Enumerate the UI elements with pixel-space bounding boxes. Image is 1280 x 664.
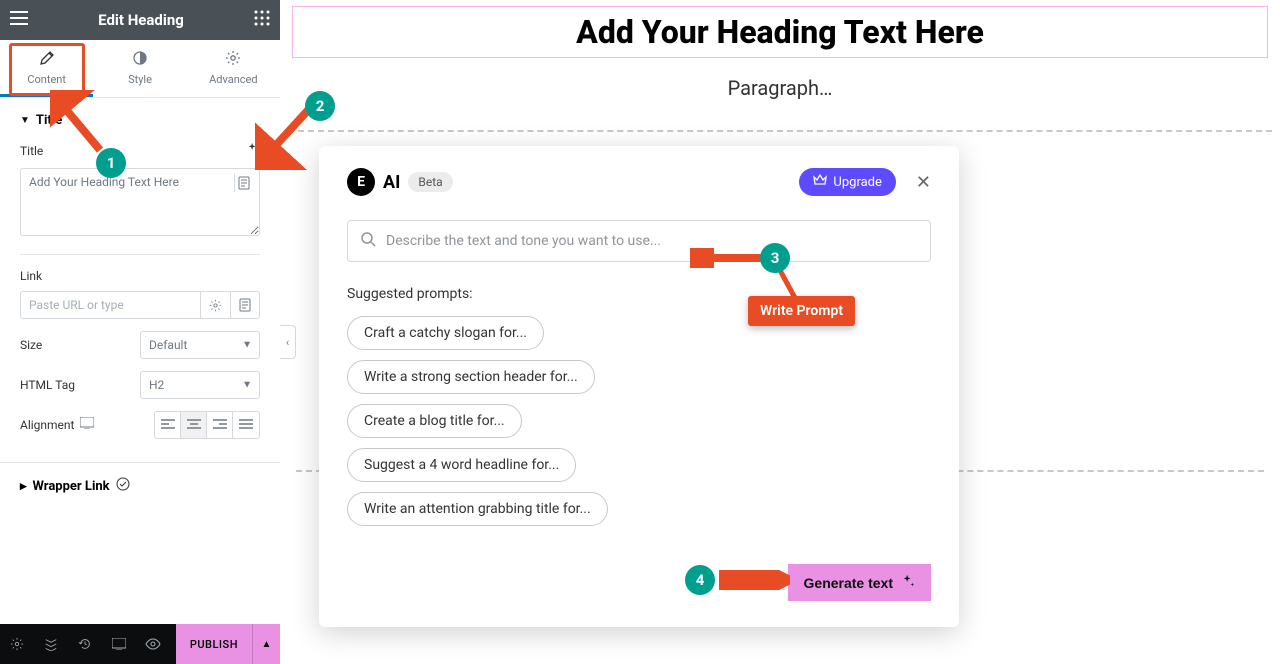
pencil-icon: [39, 50, 55, 70]
title-textarea[interactable]: [20, 168, 260, 236]
half-circle-icon: [132, 50, 148, 70]
link-options-button[interactable]: [200, 291, 230, 319]
size-row: Size Default ▼: [20, 331, 260, 359]
upgrade-button[interactable]: Upgrade: [799, 168, 895, 196]
alignment-buttons: [154, 411, 260, 439]
wrapper-link-section: ▸ Wrapper Link: [0, 462, 280, 509]
elementor-logo-icon: E: [347, 168, 375, 196]
preview-heading[interactable]: Add Your Heading Text Here: [292, 6, 1268, 58]
ai-modal: E AI Beta Upgrade ✕ Suggested prompts: C…: [319, 146, 959, 627]
title-textarea-wrap: [20, 168, 260, 240]
dots-grid-icon[interactable]: [254, 10, 270, 30]
htmltag-row: HTML Tag H2 ▼: [20, 371, 260, 399]
suggested-prompts: Craft a catchy slogan for... Write a str…: [347, 316, 931, 526]
close-button[interactable]: ✕: [916, 172, 931, 193]
align-center-button[interactable]: [181, 412, 207, 438]
prompt-pill[interactable]: Write a strong section header for...: [347, 360, 595, 394]
link-label-row: Link: [20, 269, 260, 283]
step-badge-4: 4: [685, 565, 715, 595]
prompt-pill[interactable]: Craft a catchy slogan for...: [347, 316, 544, 350]
search-icon: [360, 231, 376, 251]
align-justify-button[interactable]: [233, 412, 259, 438]
divider: [20, 254, 260, 255]
wrapper-label: Wrapper Link: [33, 479, 110, 494]
align-right-button[interactable]: [207, 412, 233, 438]
size-label: Size: [20, 338, 42, 352]
navigator-button[interactable]: [34, 624, 68, 664]
alignment-row: Alignment: [20, 411, 260, 439]
history-button[interactable]: [68, 624, 102, 664]
plugin-badge-icon: [116, 477, 130, 495]
link-dynamic-button[interactable]: [230, 291, 260, 319]
tab-label: Style: [128, 73, 152, 86]
section-header-title[interactable]: ▼ Title: [20, 113, 260, 128]
publish-button[interactable]: PUBLISH: [176, 624, 252, 664]
settings-button[interactable]: [0, 624, 34, 664]
caret-down-icon: ▼: [20, 115, 30, 126]
gear-icon: [225, 50, 241, 70]
tab-style[interactable]: Style: [93, 40, 186, 97]
panel-title: Edit Heading: [98, 11, 184, 29]
step-badge-1: 1: [96, 148, 126, 178]
crown-icon: [813, 174, 827, 190]
prompt-pill[interactable]: Create a blog title for...: [347, 404, 522, 438]
sparkle-icon: [901, 574, 915, 591]
tab-advanced[interactable]: Advanced: [187, 40, 280, 97]
sidebar: Edit Heading Content Style Advanced ▼ T: [0, 0, 280, 664]
caret-right-icon: ▸: [20, 479, 27, 494]
tab-bar: Content Style Advanced: [0, 40, 280, 98]
preview-paragraph[interactable]: Paragraph…: [280, 76, 1280, 100]
step-badge-3: 3: [760, 243, 790, 273]
bottom-bar: PUBLISH ▲: [0, 624, 280, 664]
title-field-label: Title: [20, 144, 43, 158]
link-label: Link: [20, 269, 42, 283]
step-badge-2: 2: [305, 91, 335, 121]
link-input[interactable]: [20, 291, 200, 319]
alignment-label: Alignment: [20, 418, 74, 432]
htmltag-label: HTML Tag: [20, 378, 75, 392]
responsive-button[interactable]: [102, 624, 136, 664]
modal-footer: Generate text: [347, 564, 931, 601]
ai-label: AI: [383, 172, 400, 193]
tab-content[interactable]: Content: [0, 40, 93, 97]
generate-text-button[interactable]: Generate text: [788, 564, 931, 601]
sidebar-header: Edit Heading: [0, 0, 280, 40]
align-left-button[interactable]: [155, 412, 181, 438]
modal-header: E AI Beta Upgrade ✕: [347, 168, 931, 196]
section-placeholder[interactable]: [288, 130, 1272, 132]
prompt-pill[interactable]: Suggest a 4 word headline for...: [347, 448, 576, 482]
tooltip-write-prompt: Write Prompt: [748, 296, 855, 326]
title-section: ▼ Title Title Link Size: [0, 98, 280, 454]
prompt-input-wrap: [347, 220, 931, 262]
title-field-row: Title: [20, 142, 260, 160]
wrapper-link-header[interactable]: ▸ Wrapper Link: [20, 477, 260, 495]
ai-sparkle-icon[interactable]: [246, 142, 260, 160]
publish-options-button[interactable]: ▲: [252, 624, 280, 664]
beta-badge: Beta: [408, 172, 452, 192]
upgrade-label: Upgrade: [833, 175, 881, 190]
section-label: Title: [36, 113, 62, 128]
generate-label: Generate text: [804, 575, 893, 591]
hamburger-icon[interactable]: [10, 11, 28, 29]
dynamic-tags-icon[interactable]: [234, 174, 252, 192]
preview-button[interactable]: [136, 624, 170, 664]
prompt-input[interactable]: [386, 233, 918, 249]
responsive-icon[interactable]: [80, 417, 94, 433]
tab-label: Content: [27, 73, 66, 86]
tab-label: Advanced: [209, 73, 257, 86]
htmltag-select[interactable]: H2: [140, 371, 260, 399]
collapse-sidebar-handle[interactable]: ‹: [280, 325, 296, 359]
link-input-row: [20, 291, 260, 319]
prompt-pill[interactable]: Write an attention grabbing title for...: [347, 492, 608, 526]
size-select[interactable]: Default: [140, 331, 260, 359]
